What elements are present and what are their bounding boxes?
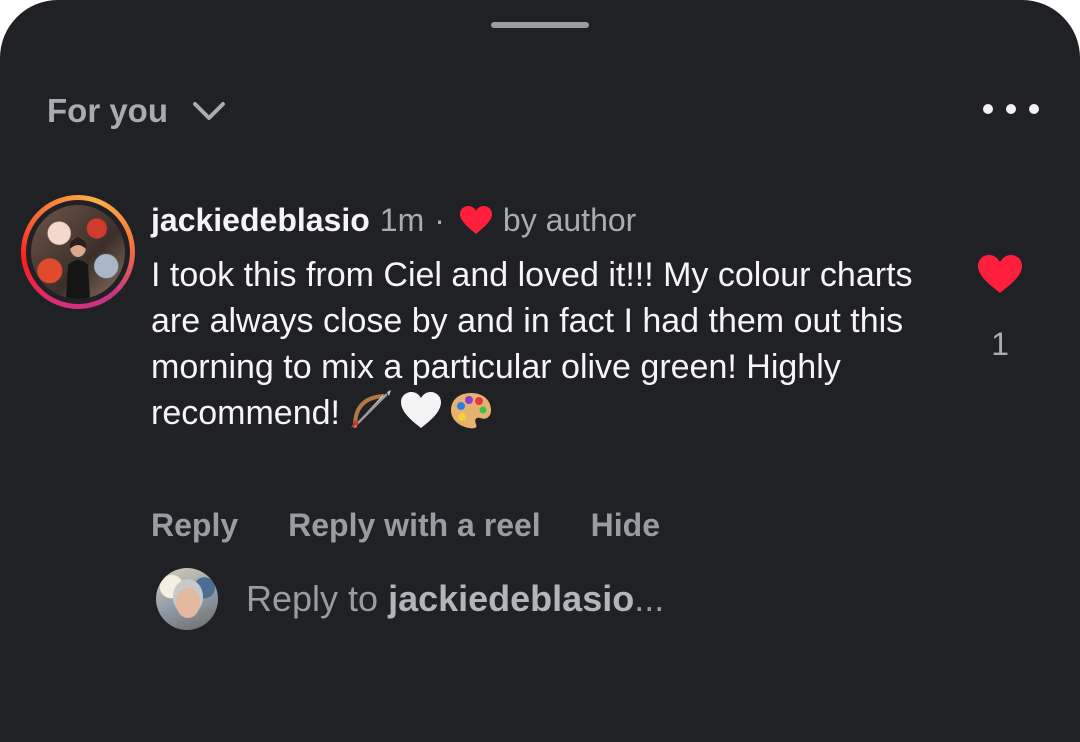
commenter-avatar[interactable] xyxy=(21,195,135,309)
comment-filter-dropdown[interactable]: For you xyxy=(47,88,226,134)
reply-with-reel-button[interactable]: Reply with a reel xyxy=(288,507,541,544)
reply-button[interactable]: Reply xyxy=(151,507,238,544)
comments-sheet: For you jackiedeblasio 1m · by author I … xyxy=(0,0,1080,742)
comment-actions: Reply Reply with a reel Hide xyxy=(151,502,710,548)
comment-timestamp: 1m xyxy=(379,201,425,238)
separator-dot: · xyxy=(434,201,445,238)
reply-placeholder-prefix: Reply to xyxy=(246,578,389,619)
more-options-button[interactable] xyxy=(983,96,1039,122)
chevron-down-icon xyxy=(193,102,225,120)
avatar-photo xyxy=(31,205,125,299)
hide-button[interactable]: Hide xyxy=(591,507,660,544)
like-comment-heart-icon[interactable] xyxy=(977,254,1023,294)
heart-icon xyxy=(459,206,492,234)
liked-by-author-label: by author xyxy=(502,201,637,238)
more-dot-icon xyxy=(1029,104,1039,114)
comment-text: I took this from Ciel and loved it!!! My… xyxy=(151,252,941,436)
reply-composer[interactable]: Reply to jackiedeblasio... xyxy=(156,567,664,631)
filter-label: For you xyxy=(47,92,168,129)
reply-input[interactable]: Reply to jackiedeblasio... xyxy=(246,578,664,620)
artist-palette-emoji-icon xyxy=(451,393,492,429)
current-user-avatar xyxy=(156,568,218,630)
sheet-drag-handle[interactable] xyxy=(491,22,589,28)
person-silhouette-icon xyxy=(66,237,90,299)
reply-placeholder-target: jackiedeblasio xyxy=(388,578,635,619)
white-heart-emoji-icon xyxy=(401,392,442,428)
bow-and-arrow-emoji-icon xyxy=(351,390,392,428)
comment-like-count[interactable]: 1 xyxy=(980,326,1020,363)
more-dot-icon xyxy=(983,104,993,114)
comment-text-content: I took this from Ciel and loved it!!! My… xyxy=(151,256,913,432)
comment-header: jackiedeblasio 1m · by author xyxy=(151,198,636,242)
avatar-face xyxy=(176,588,200,618)
reply-placeholder-suffix: ... xyxy=(634,578,665,619)
more-dot-icon xyxy=(1006,104,1016,114)
comment-username[interactable]: jackiedeblasio xyxy=(151,202,370,239)
